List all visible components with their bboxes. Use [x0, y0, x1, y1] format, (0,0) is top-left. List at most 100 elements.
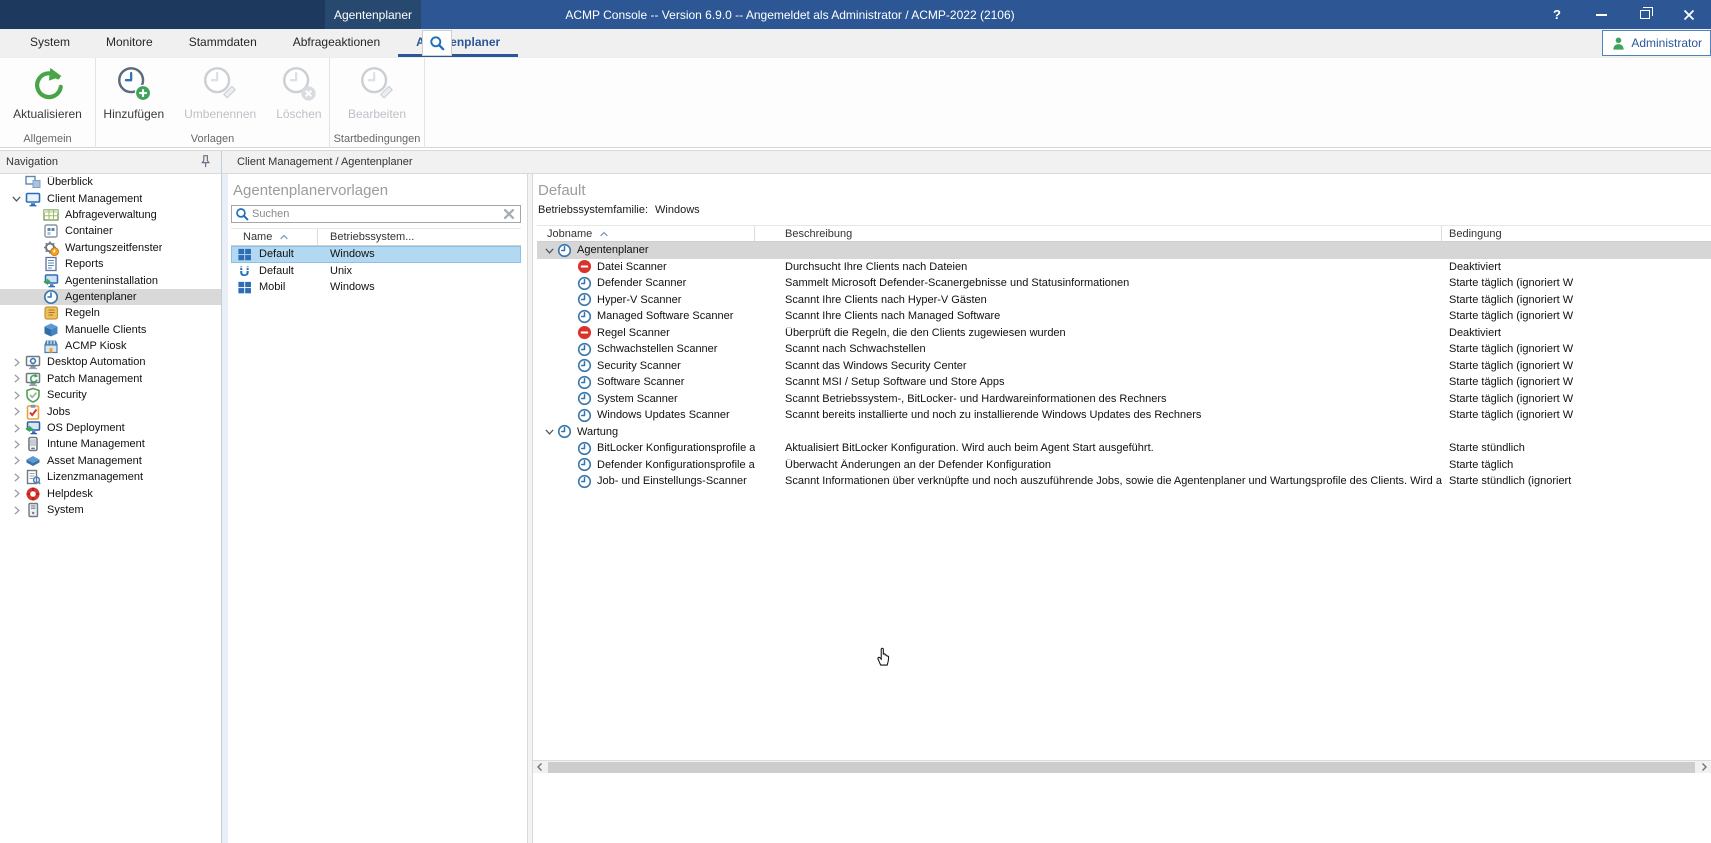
ribbon-button-umbenennen: Umbenennen — [176, 63, 264, 121]
column-header-jobname[interactable]: Jobname — [537, 226, 755, 241]
sidebar-item-security[interactable]: Security — [0, 387, 221, 403]
os-family-value: Windows — [655, 204, 700, 216]
scheduler-clock-icon — [577, 292, 592, 307]
chevron-right-icon[interactable] — [10, 372, 25, 385]
job-row[interactable]: Windows Updates Scanner Scannt bereits i… — [537, 407, 1711, 424]
chevron-right-icon[interactable] — [10, 504, 25, 517]
chevron-right-icon[interactable] — [10, 487, 25, 500]
restore-icon — [1640, 10, 1650, 19]
job-description: Scannt das Windows Security Center — [755, 360, 1442, 372]
title-bar: Agentenplaner ACMP Console -- Version 6.… — [0, 0, 1711, 29]
menu-tab-agentenplaner[interactable]: Agentenplaner — [398, 29, 518, 57]
menu-tab-abfrageaktionen[interactable]: Abfrageaktionen — [275, 29, 398, 57]
ribbon-button-hinzufügen[interactable]: Hinzufügen — [95, 63, 172, 121]
templates-search-input[interactable]: Suchen — [231, 205, 521, 223]
scroll-left-arrow[interactable] — [533, 761, 547, 773]
job-row[interactable]: Defender Scanner Sammelt Microsoft Defen… — [537, 275, 1711, 292]
pin-icon[interactable] — [198, 154, 213, 169]
job-row[interactable]: System Scanner Scannt Betriebssystem-, B… — [537, 391, 1711, 408]
column-header-condition[interactable]: Bedingung — [1442, 226, 1711, 241]
scheduler-clock-icon — [577, 474, 592, 489]
container-icon — [43, 223, 59, 239]
manual-clients-icon — [43, 322, 59, 338]
help-button[interactable]: ? — [1535, 0, 1579, 29]
sidebar-item-jobs[interactable]: Jobs — [0, 403, 221, 419]
sidebar-item-helpdesk[interactable]: Helpdesk — [0, 485, 221, 501]
sidebar-item-intune-management[interactable]: Intune Management — [0, 436, 221, 452]
refresh-icon — [27, 65, 67, 103]
job-group-row[interactable]: Agentenplaner — [537, 242, 1711, 259]
license-icon — [25, 469, 41, 485]
sidebar-item-system[interactable]: System — [0, 502, 221, 518]
templates-table: Name Betriebssystem... Default Windows U… — [231, 228, 521, 296]
sidebar-item-agenteninstallation[interactable]: Agenteninstallation — [0, 272, 221, 288]
job-row[interactable]: BitLocker Konfigurationsprofile ak... Ak… — [537, 440, 1711, 457]
chevron-right-icon[interactable] — [10, 356, 25, 369]
sidebar-item-os-deployment[interactable]: OS Deployment — [0, 420, 221, 436]
chevron-right-icon[interactable] — [10, 454, 25, 467]
clock-delete-icon — [279, 65, 319, 103]
chevron-down-icon[interactable] — [543, 244, 557, 257]
sidebar-item--berblick[interactable]: Überblick — [0, 174, 221, 190]
job-row[interactable]: Schwachstellen Scanner Scannt nach Schwa… — [537, 341, 1711, 358]
sidebar-item-desktop-automation[interactable]: Desktop Automation — [0, 354, 221, 370]
scrollbar-thumb[interactable] — [548, 762, 1695, 773]
sidebar-item-asset-management[interactable]: Asset Management — [0, 453, 221, 469]
job-description: Scannt nach Schwachstellen — [755, 343, 1442, 355]
sidebar-item-client-management[interactable]: Client Management — [0, 190, 221, 206]
job-row[interactable]: Job- und Einstellungs-Scanner Scannt Inf… — [537, 473, 1711, 490]
menu-tab-stammdaten[interactable]: Stammdaten — [171, 29, 275, 57]
sidebar-item-patch-management[interactable]: Patch Management — [0, 371, 221, 387]
sidebar-item-acmp-kiosk[interactable]: ACMP Kiosk — [0, 338, 221, 354]
column-header-os[interactable]: Betriebssystem... — [318, 229, 414, 245]
close-button[interactable] — [1667, 0, 1711, 29]
sidebar-item-agentenplaner[interactable]: Agentenplaner — [0, 289, 221, 305]
sidebar-item-abfrageverwaltung[interactable]: Abfrageverwaltung — [0, 207, 221, 223]
job-description: Scannt Ihre Clients nach Managed Softwar… — [755, 310, 1442, 322]
job-group-row[interactable]: Wartung — [537, 424, 1711, 441]
ribbon-button-aktualisieren[interactable]: Aktualisieren — [5, 63, 90, 121]
chevron-right-icon[interactable] — [10, 438, 25, 451]
job-group-name: Agentenplaner — [577, 244, 649, 256]
sidebar-item-reports[interactable]: Reports — [0, 256, 221, 272]
chevron-down-icon[interactable] — [10, 192, 25, 205]
chevron-down-icon[interactable] — [543, 425, 557, 438]
client-management-icon — [25, 191, 41, 207]
job-row[interactable]: Managed Software Scanner Scannt Ihre Cli… — [537, 308, 1711, 325]
sidebar-item-manuelle-clients[interactable]: Manuelle Clients — [0, 322, 221, 338]
template-row[interactable]: Mobil Windows — [231, 279, 521, 296]
column-header-description[interactable]: Beschreibung — [755, 226, 1442, 241]
menu-tab-system[interactable]: System — [12, 29, 88, 57]
scroll-right-arrow[interactable] — [1697, 761, 1711, 773]
user-name: Administrator — [1631, 36, 1702, 50]
column-header-name[interactable]: Name — [231, 229, 318, 245]
job-row[interactable]: Datei Scanner Durchsucht Ihre Clients na… — [537, 259, 1711, 276]
job-description: Scannt MSI / Setup Software und Store Ap… — [755, 376, 1442, 388]
search-icon — [429, 35, 445, 51]
menu-search-button[interactable] — [422, 30, 452, 56]
horizontal-scrollbar[interactable] — [533, 760, 1711, 773]
clear-search-icon[interactable] — [502, 207, 516, 221]
menu-tab-monitore[interactable]: Monitore — [88, 29, 171, 57]
chevron-right-icon[interactable] — [10, 389, 25, 402]
job-row[interactable]: Regel Scanner Überprüft die Regeln, die … — [537, 325, 1711, 342]
chevron-right-icon[interactable] — [10, 422, 25, 435]
job-row[interactable]: Defender Konfigurationsprofile a... Über… — [537, 457, 1711, 474]
sidebar-item-lizenzmanagement[interactable]: Lizenzmanagement — [0, 469, 221, 485]
chevron-right-icon[interactable] — [10, 405, 25, 418]
template-row[interactable]: UDefault Unix — [231, 263, 521, 280]
sidebar-item-regeln[interactable]: Regeln — [0, 305, 221, 321]
template-row[interactable]: Default Windows — [231, 246, 521, 263]
job-row[interactable]: Security Scanner Scannt das Windows Secu… — [537, 358, 1711, 375]
user-badge[interactable]: Administrator — [1602, 30, 1711, 56]
sidebar-item-container[interactable]: Container — [0, 223, 221, 239]
chevron-right-icon[interactable] — [10, 471, 25, 484]
kiosk-icon — [43, 338, 59, 354]
minimize-button[interactable] — [1579, 0, 1623, 29]
job-row[interactable]: Hyper-V Scanner Scannt Ihre Clients nach… — [537, 292, 1711, 309]
search-icon — [235, 207, 249, 221]
restore-button[interactable] — [1623, 0, 1667, 29]
job-row[interactable]: Software Scanner Scannt MSI / Setup Soft… — [537, 374, 1711, 391]
ribbon-group-allgemein: Aktualisieren Allgemein — [0, 58, 96, 148]
sidebar-item-wartungszeitfenster[interactable]: Wartungszeitfenster — [0, 240, 221, 256]
